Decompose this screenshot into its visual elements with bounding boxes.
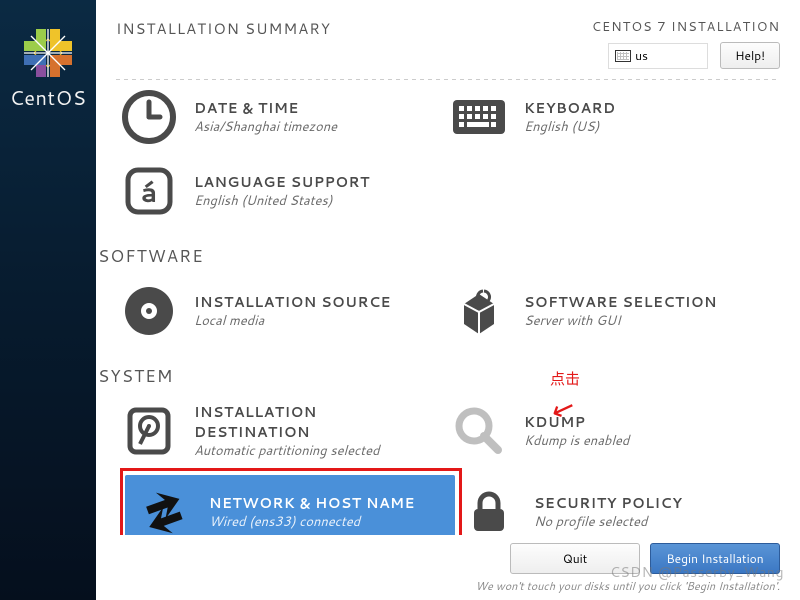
svg-text:á: á [141, 172, 158, 212]
section-system: SYSTEM [96, 348, 780, 394]
spoke-sub: Kdump is enabled [524, 432, 629, 450]
clock-icon [120, 88, 178, 146]
section-software: SOFTWARE [96, 228, 780, 274]
spoke-security-policy[interactable]: SECURITY POLICY No profile selected [450, 468, 780, 535]
spoke-sub: No profile selected [534, 513, 682, 531]
spoke-keyboard[interactable]: KEYBOARD English (US) [440, 80, 770, 154]
search-icon [450, 402, 508, 460]
spoke-title: NETWORK & HOST NAME [209, 493, 415, 513]
quit-button[interactable]: Quit [510, 543, 640, 574]
spoke-sub: Asia/Shanghai timezone [194, 118, 337, 136]
spoke-title: SOFTWARE SELECTION [524, 292, 717, 312]
lang-code: us [635, 47, 648, 64]
spoke-title: KDUMP [524, 412, 629, 432]
footer-hint: We won't touch your disks until you clic… [475, 578, 780, 594]
spoke-sub: Local media [194, 312, 391, 330]
spoke-title: INSTALLATION DESTINATION [194, 402, 430, 442]
keyboard-large-icon [450, 88, 508, 146]
header-subtitle: CENTOS 7 INSTALLATION [592, 18, 780, 36]
spoke-installation-destination[interactable]: INSTALLATION DESTINATION Automatic parti… [110, 394, 440, 468]
spoke-title: DATE & TIME [194, 98, 337, 118]
spoke-installation-source[interactable]: INSTALLATION SOURCE Local media [110, 274, 440, 348]
centos-logo-icon [23, 28, 73, 78]
keyboard-layout-indicator[interactable]: us [608, 43, 708, 69]
content: DATE & TIME Asia/Shanghai timezone KEYBO… [96, 80, 800, 535]
spoke-title: SECURITY POLICY [534, 493, 682, 513]
disc-icon [120, 282, 178, 340]
lock-icon [460, 483, 518, 535]
spoke-software-selection[interactable]: SOFTWARE SELECTION Server with GUI [440, 274, 770, 348]
highlight-network: NETWORK & HOST NAME Wired (ens33) connec… [120, 468, 462, 535]
spoke-sub: Server with GUI [524, 312, 717, 330]
spoke-title: KEYBOARD [524, 98, 616, 118]
page-title: INSTALLATION SUMMARY [116, 18, 331, 39]
network-icon [135, 483, 193, 535]
sidebar: CentOS [0, 0, 96, 600]
spoke-sub: Wired (ens33) connected [209, 513, 415, 531]
footer: Quit Begin Installation We won't touch y… [96, 535, 800, 600]
spoke-network-hostname[interactable]: NETWORK & HOST NAME Wired (ens33) connec… [125, 475, 455, 535]
spoke-kdump[interactable]: KDUMP Kdump is enabled [440, 394, 770, 468]
language-icon: á [120, 162, 178, 220]
header: INSTALLATION SUMMARY CENTOS 7 INSTALLATI… [96, 0, 800, 75]
spoke-title: INSTALLATION SOURCE [194, 292, 391, 312]
spoke-language-support[interactable]: á LANGUAGE SUPPORT English (United State… [110, 154, 440, 228]
spoke-sub: Automatic partitioning selected [194, 442, 430, 460]
annotation-click: 点击 [550, 368, 580, 389]
keyboard-icon [615, 50, 631, 62]
help-button[interactable]: Help! [720, 42, 780, 69]
begin-installation-button[interactable]: Begin Installation [650, 543, 780, 574]
spoke-sub: English (US) [524, 118, 616, 136]
spoke-date-time[interactable]: DATE & TIME Asia/Shanghai timezone [110, 80, 440, 154]
main-panel: INSTALLATION SUMMARY CENTOS 7 INSTALLATI… [96, 0, 800, 600]
spoke-sub: English (United States) [194, 192, 370, 210]
hdd-icon [120, 402, 178, 460]
brand-name: CentOS [10, 84, 87, 112]
spoke-title: LANGUAGE SUPPORT [194, 172, 370, 192]
package-icon [450, 282, 508, 340]
